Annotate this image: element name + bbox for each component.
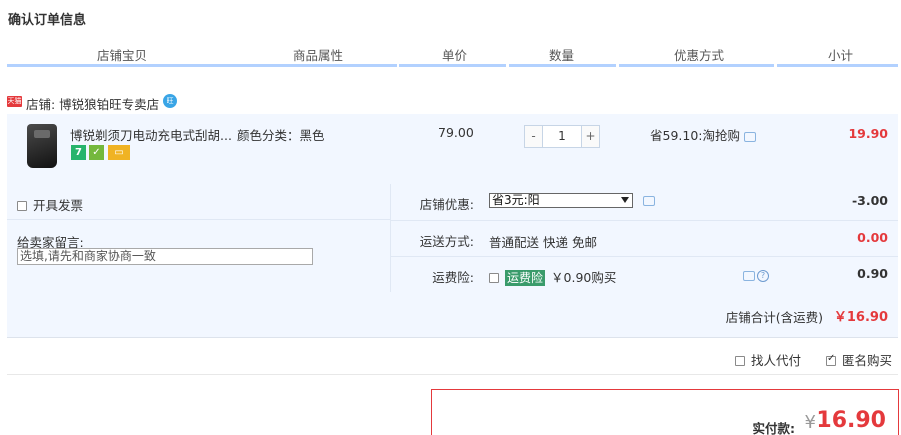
shop-row: 天猫 店铺: 博锐狼铂旺专卖店 旺: [7, 91, 898, 113]
shop-total-value: ￥16.90: [833, 310, 888, 325]
proxy-pay-checkbox[interactable]: [735, 356, 745, 366]
shipping-value: 0.00: [857, 230, 888, 245]
left-options-panel: 开具发票 给卖家留言: 选填,请先和商家协商一致: [7, 184, 391, 292]
qty-plus-button[interactable]: +: [581, 125, 600, 148]
shop-discount-value: -3.00: [851, 193, 888, 208]
shop-discount-select[interactable]: 省3元:阳: [489, 193, 633, 208]
message-icon[interactable]: [643, 196, 655, 206]
col-discount: 优惠方式: [674, 48, 725, 63]
col-subtotal: 小计: [828, 48, 854, 63]
insurance-option[interactable]: 运费险 ￥0.90购买: [489, 267, 616, 286]
col-unit-price: 单价: [442, 48, 468, 63]
product-title-link[interactable]: 博锐剃须刀电动充电式刮胡...: [70, 125, 232, 144]
shipping-label: 运送方式:: [419, 234, 474, 249]
insurance-row: 运费险: 运费险 ￥0.90购买 ? 0.90: [391, 256, 898, 292]
message-input[interactable]: 选填,请先和商家协商一致: [17, 248, 313, 265]
invoice-checkbox[interactable]: [17, 201, 27, 211]
qty-input[interactable]: 1: [543, 125, 581, 148]
shop-total-row: 店铺合计(含运费) ￥16.90: [7, 292, 898, 338]
discount-info: 省59.10:淘抢购: [650, 125, 756, 144]
insurance-tag: 运费险: [505, 270, 546, 286]
shipping-method: 普通配送 快递 免邮: [489, 235, 597, 250]
qty-minus-button[interactable]: -: [524, 125, 543, 148]
col-attribute: 商品属性: [293, 48, 344, 63]
seven-day-return-icon[interactable]: 7: [71, 145, 86, 160]
product-attribute: 颜色分类：黑色: [237, 128, 325, 143]
shop-discount-row: 店铺优惠: 省3元:阳 -3.00: [391, 184, 898, 220]
proxy-pay-option[interactable]: 找人代付: [735, 350, 801, 369]
invoice-label: 开具发票: [33, 198, 84, 213]
payment-currency: ¥: [804, 412, 816, 433]
proxy-pay-label: 找人代付: [751, 353, 802, 368]
col-quantity: 数量: [549, 48, 575, 63]
shop-total-label: 店铺合计(含运费): [725, 310, 823, 325]
col-bar: [777, 64, 898, 67]
credit-card-icon[interactable]: ▭: [108, 145, 130, 160]
anonymous-checkbox[interactable]: [826, 353, 836, 366]
divider: [7, 219, 391, 220]
insurance-value: 0.90: [857, 266, 888, 281]
anonymous-option[interactable]: 匿名购买: [826, 350, 892, 369]
order-item: 博锐剃须刀电动充电式刮胡... 7 ✓ ▭ 颜色分类：黑色 79.00 - 1 …: [7, 114, 898, 184]
product-image[interactable]: [27, 124, 57, 168]
tmall-badge-icon: 天猫: [7, 96, 22, 107]
shipping-row: 运送方式: 普通配送 快递 免邮 0.00: [391, 220, 898, 256]
shop-discount-selected: 省3元:阳: [492, 193, 540, 207]
item-subtotal: 19.90: [848, 126, 888, 141]
payment-value: 16.90: [816, 408, 886, 433]
message-icon[interactable]: [744, 131, 756, 142]
order-options: 开具发票 给卖家留言: 选填,请先和商家协商一致 店铺优惠: 省3元:阳 -3.…: [7, 184, 898, 292]
message-icon[interactable]: [743, 271, 755, 281]
unit-price: 79.00: [438, 125, 474, 140]
payment-label: 实付款:: [752, 421, 796, 435]
help-icon[interactable]: ?: [757, 270, 769, 282]
insurance-label: 运费险:: [432, 270, 474, 285]
right-options-panel: 店铺优惠: 省3元:阳 -3.00 运送方式: 普通配送 快递 免邮 0.00 …: [391, 184, 898, 292]
col-shop-item: 店铺宝贝: [97, 48, 148, 63]
column-header: 店铺宝贝 商品属性 单价 数量 优惠方式 小计: [7, 40, 898, 67]
shop-discount-label: 店铺优惠:: [419, 197, 474, 212]
col-bar: [7, 64, 397, 67]
insurance-checkbox[interactable]: [489, 273, 499, 283]
col-bar: [619, 64, 774, 67]
page-title: 确认订单信息: [8, 13, 87, 28]
dropdown-arrow-icon: [621, 197, 629, 203]
discount-text: 省59.10:淘抢购: [650, 128, 740, 143]
insurance-icons: ?: [743, 270, 773, 284]
col-bar: [399, 64, 506, 67]
shop-name-link[interactable]: 店铺: 博锐狼铂旺专卖店: [26, 94, 159, 113]
insurance-desc: ￥0.90购买: [551, 270, 617, 285]
genuine-guarantee-icon[interactable]: ✓: [89, 145, 104, 160]
col-bar: [509, 64, 616, 67]
invoice-option[interactable]: 开具发票: [17, 195, 83, 214]
payment-summary-box: 实付款: ¥ 16.90: [431, 389, 899, 435]
payment-options-row: 找人代付 匿名购买: [7, 339, 898, 375]
wangwang-icon[interactable]: 旺: [163, 94, 177, 108]
anonymous-label: 匿名购买: [842, 353, 893, 368]
